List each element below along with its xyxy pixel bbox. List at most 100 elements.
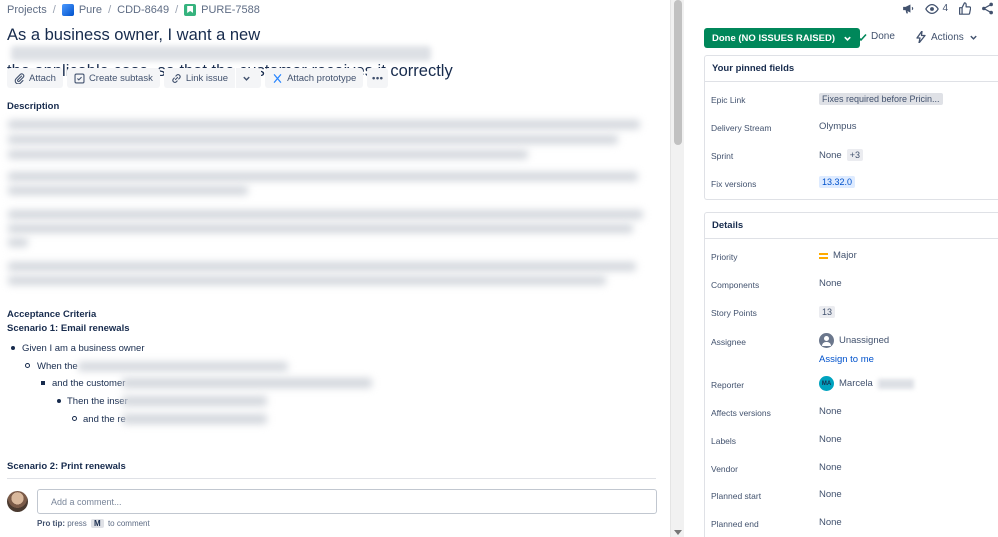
redacted-text — [8, 262, 636, 271]
redacted-text — [8, 172, 638, 181]
sprint-more-badge[interactable]: +3 — [846, 149, 863, 161]
sprint-value[interactable]: None +3 — [819, 149, 863, 161]
resolution-done: Done — [857, 31, 895, 42]
breadcrumb-separator: / — [108, 4, 112, 16]
paperclip-icon — [14, 72, 25, 84]
more-actions-button[interactable]: ••• — [367, 68, 389, 88]
reporter-value[interactable]: MA Marcela — [819, 376, 914, 391]
criteria-line: and the re — [83, 414, 126, 425]
feedback-megaphone-icon[interactable] — [901, 2, 915, 15]
redacted-text — [122, 414, 267, 424]
fix-versions-value[interactable]: 13.32.0 — [819, 176, 856, 188]
field-label-components: Components — [711, 280, 760, 290]
redacted-text — [8, 276, 606, 285]
breadcrumb-issue-key[interactable]: PURE-7588 — [201, 4, 260, 16]
subtask-icon — [74, 72, 85, 84]
watch-button[interactable]: 4 — [925, 3, 948, 15]
scrollbar-thumb[interactable] — [674, 0, 682, 145]
breadcrumb: Projects / Pure / CDD-8649 / PURE-7588 — [7, 3, 260, 17]
thumbs-up-icon[interactable] — [958, 2, 971, 15]
redacted-text — [8, 224, 633, 233]
chevron-down-icon — [243, 76, 250, 81]
criteria-line: When the — [37, 361, 78, 372]
field-label-vendor: Vendor — [711, 464, 738, 474]
field-label-priority: Priority — [711, 252, 738, 262]
components-value[interactable]: None — [819, 278, 842, 289]
actions-label: Actions — [931, 31, 964, 43]
bullet-square — [41, 381, 45, 385]
attach-button[interactable]: Attach — [7, 68, 63, 88]
field-label-labels: Labels — [711, 436, 737, 446]
scenario-2-heading: Scenario 2: Print renewals — [7, 461, 126, 472]
issue-title-line1: As a business owner, I want a new — [7, 26, 261, 44]
bullet-circle — [72, 416, 77, 421]
link-issue-split: Link issue — [163, 68, 262, 88]
breadcrumb-project[interactable]: Pure — [79, 4, 102, 16]
attach-prototype-button[interactable]: Attach prototype — [265, 68, 364, 88]
create-subtask-button[interactable]: Create subtask — [66, 68, 160, 88]
scrollbar[interactable] — [670, 0, 684, 537]
check-icon — [857, 33, 867, 41]
criteria-line: Then the inser — [67, 396, 128, 407]
redacted-text — [11, 46, 431, 62]
comment-input[interactable]: Add a comment... — [37, 489, 657, 514]
more-icon: ••• — [372, 72, 384, 84]
details-heading[interactable]: Details — [705, 213, 998, 239]
affects-versions-value[interactable]: None — [819, 406, 842, 417]
redacted-text — [8, 120, 640, 129]
lightning-icon — [916, 31, 926, 43]
breadcrumb-projects[interactable]: Projects — [7, 4, 47, 16]
breadcrumb-separator: / — [175, 4, 179, 16]
link-issue-button[interactable]: Link issue — [163, 68, 236, 88]
field-label-story-points: Story Points — [711, 308, 757, 318]
priority-text: Major — [833, 250, 857, 261]
redacted-text — [8, 238, 28, 247]
epic-link-lozenge[interactable]: Fixes required before Pricin... — [819, 93, 943, 105]
chevron-down-icon — [844, 36, 851, 41]
field-label-affects-versions: Affects versions — [711, 408, 771, 418]
breadcrumb-parent[interactable]: CDD-8649 — [117, 4, 169, 16]
redacted-text — [8, 135, 618, 144]
project-icon — [61, 4, 74, 16]
issue-toolbar: Attach Create subtask Link issue Attach … — [7, 68, 389, 88]
delivery-stream-value[interactable]: Olympus — [819, 121, 856, 132]
fix-version-lozenge[interactable]: 13.32.0 — [819, 176, 856, 188]
redacted-text — [8, 186, 248, 195]
sprint-none: None — [819, 149, 842, 161]
redacted-text — [122, 378, 372, 388]
link-issue-dropdown[interactable] — [236, 68, 262, 88]
redacted-text — [78, 362, 288, 371]
labels-value[interactable]: None — [819, 434, 842, 445]
acceptance-heading: Acceptance Criteria — [7, 309, 97, 320]
prototype-icon — [273, 73, 282, 83]
done-text: Done — [871, 31, 895, 42]
vendor-value[interactable]: None — [819, 462, 842, 473]
planned-end-value[interactable]: None — [819, 517, 842, 528]
scenario-1-heading: Scenario 1: Email renewals — [7, 323, 130, 334]
redacted-text — [8, 210, 643, 219]
pro-tip-label: Pro tip: — [37, 519, 65, 528]
story-points-value[interactable]: 13 — [819, 306, 836, 318]
link-icon — [172, 73, 181, 83]
epic-link-value[interactable]: Fixes required before Pricin... — [819, 93, 943, 105]
share-icon[interactable] — [981, 2, 994, 15]
actions-button[interactable]: Actions — [916, 31, 978, 43]
watch-count: 4 — [942, 3, 948, 14]
status-transition-button[interactable]: Done (NO ISSUES RAISED) — [704, 28, 860, 48]
story-icon — [184, 4, 197, 16]
priority-value[interactable]: Major — [819, 250, 857, 261]
field-label-epic-link: Epic Link — [711, 95, 746, 105]
acceptance-criteria: Acceptance Criteria Scenario 1: Email re… — [7, 308, 130, 336]
planned-start-value[interactable]: None — [819, 489, 842, 500]
field-label-planned-start: Planned start — [711, 491, 762, 501]
bullet-disc — [57, 399, 61, 403]
shortcut-key: M — [91, 519, 104, 528]
field-label-assignee: Assignee — [711, 337, 746, 347]
redacted-text — [8, 150, 528, 159]
assignee-text: Unassigned — [839, 335, 890, 346]
pinned-fields-heading[interactable]: Your pinned fields — [705, 56, 998, 82]
scroll-down-arrow-icon[interactable] — [674, 530, 682, 535]
assign-to-me-link[interactable]: Assign to me — [819, 354, 874, 365]
assignee-value[interactable]: Unassigned — [819, 333, 889, 348]
comment-placeholder: Add a comment... — [51, 496, 122, 507]
